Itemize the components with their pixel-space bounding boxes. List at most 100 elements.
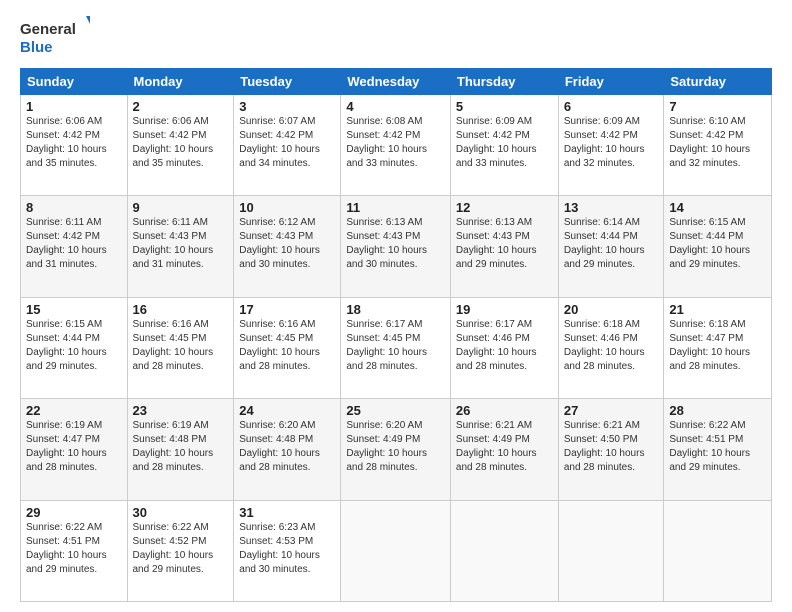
day-number: 28 [669, 403, 766, 418]
day-info: Sunrise: 6:17 AM Sunset: 4:45 PM Dayligh… [346, 318, 445, 374]
calendar-day-25: 25Sunrise: 6:20 AM Sunset: 4:49 PM Dayli… [341, 399, 451, 500]
day-number: 5 [456, 99, 553, 114]
day-number: 8 [26, 200, 122, 215]
calendar-day-23: 23Sunrise: 6:19 AM Sunset: 4:48 PM Dayli… [127, 399, 234, 500]
calendar-day-31: 31Sunrise: 6:23 AM Sunset: 4:53 PM Dayli… [234, 500, 341, 601]
day-number: 18 [346, 302, 445, 317]
day-number: 6 [564, 99, 659, 114]
day-info: Sunrise: 6:08 AM Sunset: 4:42 PM Dayligh… [346, 115, 445, 171]
day-number: 7 [669, 99, 766, 114]
day-info: Sunrise: 6:20 AM Sunset: 4:49 PM Dayligh… [346, 419, 445, 475]
day-number: 2 [133, 99, 229, 114]
calendar-day-3: 3Sunrise: 6:07 AM Sunset: 4:42 PM Daylig… [234, 95, 341, 196]
calendar-week-5: 29Sunrise: 6:22 AM Sunset: 4:51 PM Dayli… [21, 500, 772, 601]
calendar-day-28: 28Sunrise: 6:22 AM Sunset: 4:51 PM Dayli… [664, 399, 772, 500]
day-info: Sunrise: 6:18 AM Sunset: 4:46 PM Dayligh… [564, 318, 659, 374]
weekday-header-thursday: Thursday [450, 69, 558, 95]
day-info: Sunrise: 6:06 AM Sunset: 4:42 PM Dayligh… [26, 115, 122, 171]
logo: General Blue [20, 16, 90, 58]
day-info: Sunrise: 6:06 AM Sunset: 4:42 PM Dayligh… [133, 115, 229, 171]
day-number: 1 [26, 99, 122, 114]
calendar-day-26: 26Sunrise: 6:21 AM Sunset: 4:49 PM Dayli… [450, 399, 558, 500]
day-info: Sunrise: 6:23 AM Sunset: 4:53 PM Dayligh… [239, 521, 335, 577]
day-info: Sunrise: 6:10 AM Sunset: 4:42 PM Dayligh… [669, 115, 766, 171]
calendar-day-29: 29Sunrise: 6:22 AM Sunset: 4:51 PM Dayli… [21, 500, 128, 601]
day-number: 23 [133, 403, 229, 418]
svg-text:General: General [20, 21, 76, 38]
day-info: Sunrise: 6:13 AM Sunset: 4:43 PM Dayligh… [456, 216, 553, 272]
day-number: 15 [26, 302, 122, 317]
day-number: 19 [456, 302, 553, 317]
logo-svg: General Blue [20, 16, 90, 58]
calendar-week-2: 8Sunrise: 6:11 AM Sunset: 4:42 PM Daylig… [21, 196, 772, 297]
day-number: 29 [26, 505, 122, 520]
day-info: Sunrise: 6:18 AM Sunset: 4:47 PM Dayligh… [669, 318, 766, 374]
day-info: Sunrise: 6:09 AM Sunset: 4:42 PM Dayligh… [564, 115, 659, 171]
weekday-header-monday: Monday [127, 69, 234, 95]
day-number: 30 [133, 505, 229, 520]
day-number: 25 [346, 403, 445, 418]
day-info: Sunrise: 6:11 AM Sunset: 4:42 PM Dayligh… [26, 216, 122, 272]
calendar-day-20: 20Sunrise: 6:18 AM Sunset: 4:46 PM Dayli… [558, 297, 664, 398]
calendar-day-14: 14Sunrise: 6:15 AM Sunset: 4:44 PM Dayli… [664, 196, 772, 297]
calendar-day-7: 7Sunrise: 6:10 AM Sunset: 4:42 PM Daylig… [664, 95, 772, 196]
weekday-header-tuesday: Tuesday [234, 69, 341, 95]
calendar-body: 1Sunrise: 6:06 AM Sunset: 4:42 PM Daylig… [21, 95, 772, 602]
day-number: 27 [564, 403, 659, 418]
day-number: 10 [239, 200, 335, 215]
day-number: 17 [239, 302, 335, 317]
calendar-day-19: 19Sunrise: 6:17 AM Sunset: 4:46 PM Dayli… [450, 297, 558, 398]
day-info: Sunrise: 6:09 AM Sunset: 4:42 PM Dayligh… [456, 115, 553, 171]
calendar-day-6: 6Sunrise: 6:09 AM Sunset: 4:42 PM Daylig… [558, 95, 664, 196]
header: General Blue [20, 16, 772, 58]
calendar-day-18: 18Sunrise: 6:17 AM Sunset: 4:45 PM Dayli… [341, 297, 451, 398]
day-info: Sunrise: 6:16 AM Sunset: 4:45 PM Dayligh… [133, 318, 229, 374]
calendar-week-4: 22Sunrise: 6:19 AM Sunset: 4:47 PM Dayli… [21, 399, 772, 500]
day-info: Sunrise: 6:15 AM Sunset: 4:44 PM Dayligh… [26, 318, 122, 374]
calendar-day-1: 1Sunrise: 6:06 AM Sunset: 4:42 PM Daylig… [21, 95, 128, 196]
weekday-header-sunday: Sunday [21, 69, 128, 95]
calendar-day-30: 30Sunrise: 6:22 AM Sunset: 4:52 PM Dayli… [127, 500, 234, 601]
day-info: Sunrise: 6:19 AM Sunset: 4:48 PM Dayligh… [133, 419, 229, 475]
empty-day [450, 500, 558, 601]
empty-day [558, 500, 664, 601]
calendar-day-16: 16Sunrise: 6:16 AM Sunset: 4:45 PM Dayli… [127, 297, 234, 398]
day-number: 13 [564, 200, 659, 215]
calendar-day-9: 9Sunrise: 6:11 AM Sunset: 4:43 PM Daylig… [127, 196, 234, 297]
weekday-header-friday: Friday [558, 69, 664, 95]
day-info: Sunrise: 6:16 AM Sunset: 4:45 PM Dayligh… [239, 318, 335, 374]
calendar-day-2: 2Sunrise: 6:06 AM Sunset: 4:42 PM Daylig… [127, 95, 234, 196]
day-number: 3 [239, 99, 335, 114]
day-info: Sunrise: 6:22 AM Sunset: 4:51 PM Dayligh… [669, 419, 766, 475]
day-info: Sunrise: 6:11 AM Sunset: 4:43 PM Dayligh… [133, 216, 229, 272]
calendar-table: SundayMondayTuesdayWednesdayThursdayFrid… [20, 68, 772, 602]
day-number: 12 [456, 200, 553, 215]
calendar-day-21: 21Sunrise: 6:18 AM Sunset: 4:47 PM Dayli… [664, 297, 772, 398]
calendar-day-17: 17Sunrise: 6:16 AM Sunset: 4:45 PM Dayli… [234, 297, 341, 398]
svg-text:Blue: Blue [20, 39, 53, 56]
day-info: Sunrise: 6:22 AM Sunset: 4:51 PM Dayligh… [26, 521, 122, 577]
empty-day [664, 500, 772, 601]
day-number: 9 [133, 200, 229, 215]
day-info: Sunrise: 6:22 AM Sunset: 4:52 PM Dayligh… [133, 521, 229, 577]
day-info: Sunrise: 6:12 AM Sunset: 4:43 PM Dayligh… [239, 216, 335, 272]
calendar-day-22: 22Sunrise: 6:19 AM Sunset: 4:47 PM Dayli… [21, 399, 128, 500]
day-number: 24 [239, 403, 335, 418]
calendar-day-24: 24Sunrise: 6:20 AM Sunset: 4:48 PM Dayli… [234, 399, 341, 500]
calendar-day-12: 12Sunrise: 6:13 AM Sunset: 4:43 PM Dayli… [450, 196, 558, 297]
day-info: Sunrise: 6:20 AM Sunset: 4:48 PM Dayligh… [239, 419, 335, 475]
weekday-header-saturday: Saturday [664, 69, 772, 95]
calendar-page: General Blue SundayMondayTuesdayWednesda… [0, 0, 792, 612]
day-info: Sunrise: 6:21 AM Sunset: 4:50 PM Dayligh… [564, 419, 659, 475]
calendar-week-1: 1Sunrise: 6:06 AM Sunset: 4:42 PM Daylig… [21, 95, 772, 196]
day-number: 31 [239, 505, 335, 520]
day-number: 14 [669, 200, 766, 215]
calendar-header: SundayMondayTuesdayWednesdayThursdayFrid… [21, 69, 772, 95]
day-info: Sunrise: 6:13 AM Sunset: 4:43 PM Dayligh… [346, 216, 445, 272]
empty-day [341, 500, 451, 601]
calendar-day-13: 13Sunrise: 6:14 AM Sunset: 4:44 PM Dayli… [558, 196, 664, 297]
day-number: 4 [346, 99, 445, 114]
day-number: 11 [346, 200, 445, 215]
day-number: 22 [26, 403, 122, 418]
calendar-day-11: 11Sunrise: 6:13 AM Sunset: 4:43 PM Dayli… [341, 196, 451, 297]
